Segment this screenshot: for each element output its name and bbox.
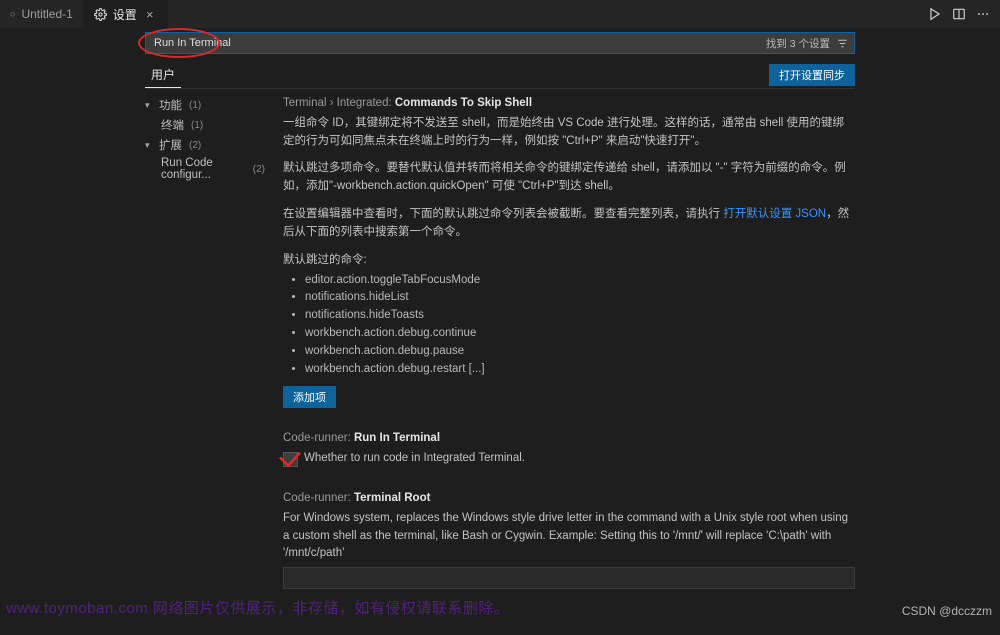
toc-label: 终端 [161, 117, 184, 133]
settings-scope-row: 用户 打开设置同步 [145, 62, 855, 89]
settings-main: ▾ 功能 (1) 终端 (1) ▾ 扩展 (2) Run Code config… [145, 95, 855, 635]
run-in-terminal-checkbox[interactable] [283, 452, 298, 467]
setting-checkbox-row: Whether to run code in Integrated Termin… [283, 450, 855, 468]
toc-group-extensions[interactable]: ▾ 扩展 (2) [145, 135, 265, 155]
setting-title: Code-runner: Run In Terminal [283, 430, 855, 448]
file-icon [10, 9, 15, 19]
tab-label: 设置 [113, 6, 137, 23]
footer-credit: CSDN @dcczzm [902, 604, 992, 618]
setting-description: For Windows system, replaces the Windows… [283, 510, 855, 563]
skip-command-list: editor.action.toggleTabFocusMode notific… [305, 272, 855, 379]
list-item: editor.action.toggleTabFocusMode [305, 272, 855, 290]
chevron-down-icon: ▾ [145, 100, 155, 111]
play-icon[interactable] [928, 7, 942, 21]
setting-description: Whether to run code in Integrated Termin… [304, 450, 525, 468]
tab-settings[interactable]: 设置 × [84, 0, 168, 28]
toc-count: (2) [253, 164, 265, 175]
search-result-count: 找到 3 个设置 [766, 36, 830, 51]
toc-group-features[interactable]: ▾ 功能 (1) [145, 95, 265, 115]
scope-user-tab[interactable]: 用户 [145, 62, 181, 88]
list-item: notifications.hideToasts [305, 307, 855, 325]
settings-search-input[interactable] [145, 32, 855, 54]
toc-label: Run Code configur... [161, 157, 246, 181]
list-item: workbench.action.debug.restart [...] [305, 361, 855, 379]
close-icon[interactable]: × [143, 7, 157, 21]
toc-item-runcode[interactable]: Run Code configur... (2) [145, 155, 265, 183]
setting-title: Code-runner: Terminal Root [283, 490, 855, 508]
settings-search-row: 找到 3 个设置 [145, 32, 855, 54]
search-status: 找到 3 个设置 [766, 32, 849, 54]
toc-item-terminal[interactable]: 终端 (1) [145, 115, 265, 135]
list-item: workbench.action.debug.continue [305, 325, 855, 343]
tab-untitled[interactable]: Untitled-1 [0, 0, 84, 28]
tab-label: Untitled-1 [21, 7, 72, 21]
add-item-button[interactable]: 添加项 [283, 386, 336, 408]
tab-actions [928, 0, 1000, 28]
chevron-down-icon: ▾ [145, 140, 155, 151]
setting-title: Terminal › Integrated: Commands To Skip … [283, 95, 855, 113]
split-editor-icon[interactable] [952, 7, 966, 21]
toc-count: (1) [189, 100, 201, 111]
toc-label: 扩展 [159, 137, 182, 153]
toc-label: 功能 [159, 97, 182, 113]
more-actions-icon[interactable] [976, 7, 990, 21]
setting-commands-to-skip-shell: Terminal › Integrated: Commands To Skip … [283, 95, 855, 408]
gear-icon [94, 8, 107, 21]
annotation-check-icon [279, 452, 301, 468]
settings-content: Terminal › Integrated: Commands To Skip … [283, 95, 855, 635]
footer-watermark: www.toymoban.com 网络图片仅供展示，非存储，如有侵权请联系删除。 [6, 597, 509, 618]
settings-toc: ▾ 功能 (1) 终端 (1) ▾ 扩展 (2) Run Code config… [145, 95, 265, 635]
tab-bar: Untitled-1 设置 × [0, 0, 1000, 28]
filter-icon[interactable] [836, 37, 849, 50]
list-item: notifications.hideList [305, 289, 855, 307]
list-item: workbench.action.debug.pause [305, 343, 855, 361]
setting-description: 一组命令 ID，其键绑定将不发送至 shell，而是始终由 VS Code 进行… [283, 115, 855, 409]
setting-run-in-terminal: Code-runner: Run In Terminal Whether to … [283, 430, 855, 468]
open-settings-sync-button[interactable]: 打开设置同步 [769, 64, 855, 86]
terminal-root-input[interactable] [283, 567, 855, 589]
setting-terminal-root: Code-runner: Terminal Root For Windows s… [283, 490, 855, 590]
toc-count: (2) [189, 140, 201, 151]
default-skip-heading: 默认跳过的命令: [283, 252, 855, 270]
toc-count: (1) [191, 120, 203, 131]
open-default-settings-json-link[interactable]: 打开默认设置 JSON [723, 208, 826, 220]
